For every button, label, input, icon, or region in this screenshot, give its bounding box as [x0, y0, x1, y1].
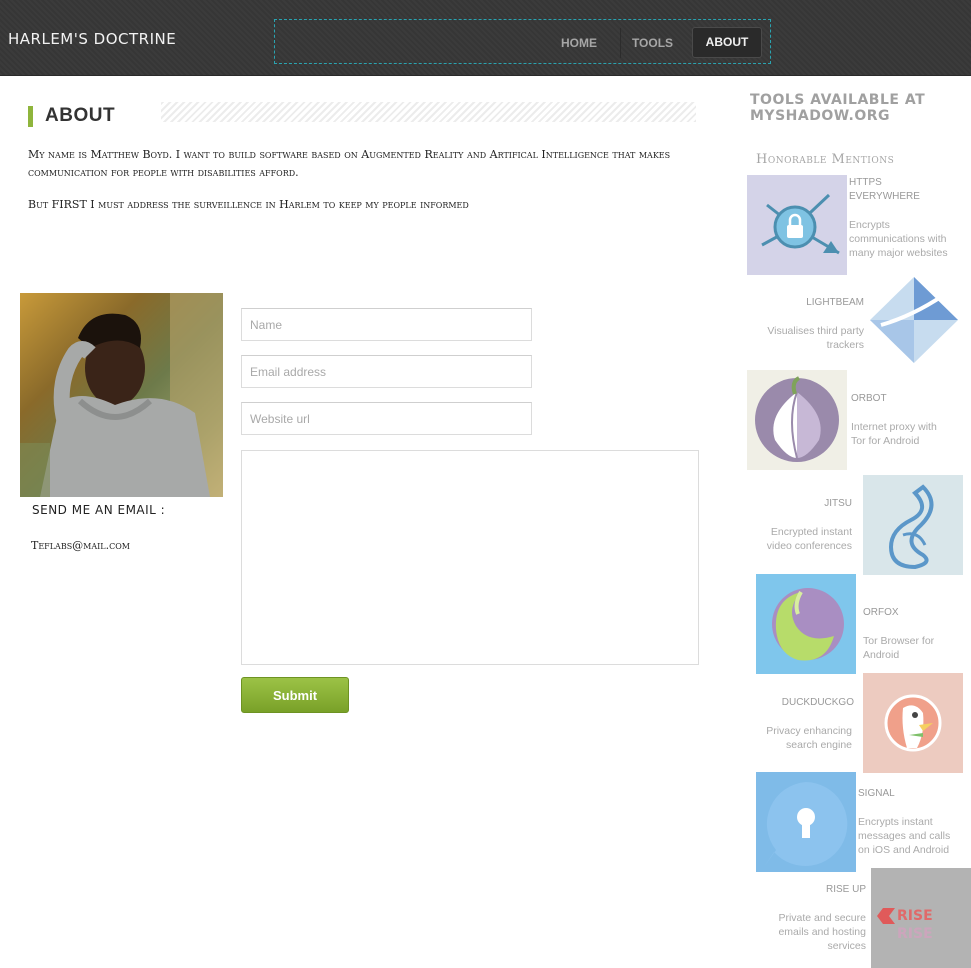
message-textarea[interactable]: [241, 450, 699, 665]
signal-icon[interactable]: [756, 772, 856, 872]
main-nav: HOME TOOLS ABOUT: [274, 19, 771, 64]
heading-divider: [161, 102, 696, 122]
tool-description: Internet proxy with Tor for Android: [851, 421, 937, 447]
svg-text:RISE: RISE: [897, 908, 933, 924]
contact-email[interactable]: Teflabs@mail.com: [31, 539, 130, 552]
tool-name[interactable]: ORBOT: [851, 392, 951, 406]
jitsi-icon[interactable]: [863, 475, 963, 575]
heading-accent-bar: [28, 106, 33, 127]
profile-photo: [20, 293, 223, 497]
page-title: ABOUT: [45, 105, 116, 126]
tool-name[interactable]: LIGHTBEAM: [760, 296, 864, 310]
sidebar-subheading: Honorable Mentions: [756, 152, 895, 167]
riseup-icon[interactable]: RISE RISE: [871, 868, 971, 968]
nav-tools-link[interactable]: TOOLS: [620, 28, 684, 58]
tool-description: Tor Browser for Android: [863, 635, 935, 661]
lightbeam-icon[interactable]: [866, 275, 966, 375]
website-input[interactable]: [241, 402, 532, 435]
site-header: HARLEM'S DOCTRINE HOME TOOLS ABOUT: [0, 0, 971, 76]
intro-paragraph: But FIRST I must address the surveillenc…: [28, 198, 469, 211]
intro-text: My name is Matthew Boyd. I want to build…: [28, 146, 678, 228]
tool-description: Private and secure emails and hosting se…: [778, 912, 866, 952]
tool-name[interactable]: SIGNAL: [858, 787, 958, 801]
tool-description: Visualises third party trackers: [767, 325, 864, 351]
tool-description: Encrypted instant video conferences: [766, 526, 852, 552]
tool-name[interactable]: ORFOX: [863, 606, 963, 620]
orfox-icon[interactable]: [756, 574, 856, 674]
svg-text:RISE: RISE: [897, 926, 933, 942]
https-everywhere-icon[interactable]: [747, 175, 847, 275]
send-email-label: SEND ME AN EMAIL :: [32, 503, 166, 517]
orbot-icon[interactable]: [747, 370, 847, 470]
name-input[interactable]: [241, 308, 532, 341]
tool-name[interactable]: JITSU: [752, 497, 852, 511]
nav-about-link[interactable]: ABOUT: [692, 27, 762, 58]
intro-paragraph: My name is Matthew Boyd. I want to build…: [28, 148, 671, 179]
sidebar-heading: TOOLS AVAILABLE AT MYSHADOW.ORG: [750, 92, 926, 124]
tool-name[interactable]: HTTPS EVERYWHERE: [849, 176, 949, 204]
tool-description: Privacy enhancing search engine: [766, 725, 852, 751]
submit-button[interactable]: Submit: [241, 677, 349, 713]
tool-description: Encrypts instant messages and calls on i…: [858, 816, 951, 856]
duckduckgo-icon[interactable]: [863, 673, 963, 773]
tool-name[interactable]: DUCKDUCKGO: [754, 696, 854, 710]
nav-home-link[interactable]: HOME: [547, 28, 611, 58]
email-input[interactable]: [241, 355, 532, 388]
tool-name[interactable]: RISE UP: [766, 883, 866, 897]
tool-description: Encrypts communications with many major …: [849, 219, 948, 259]
site-title[interactable]: HARLEM'S DOCTRINE: [8, 30, 176, 48]
